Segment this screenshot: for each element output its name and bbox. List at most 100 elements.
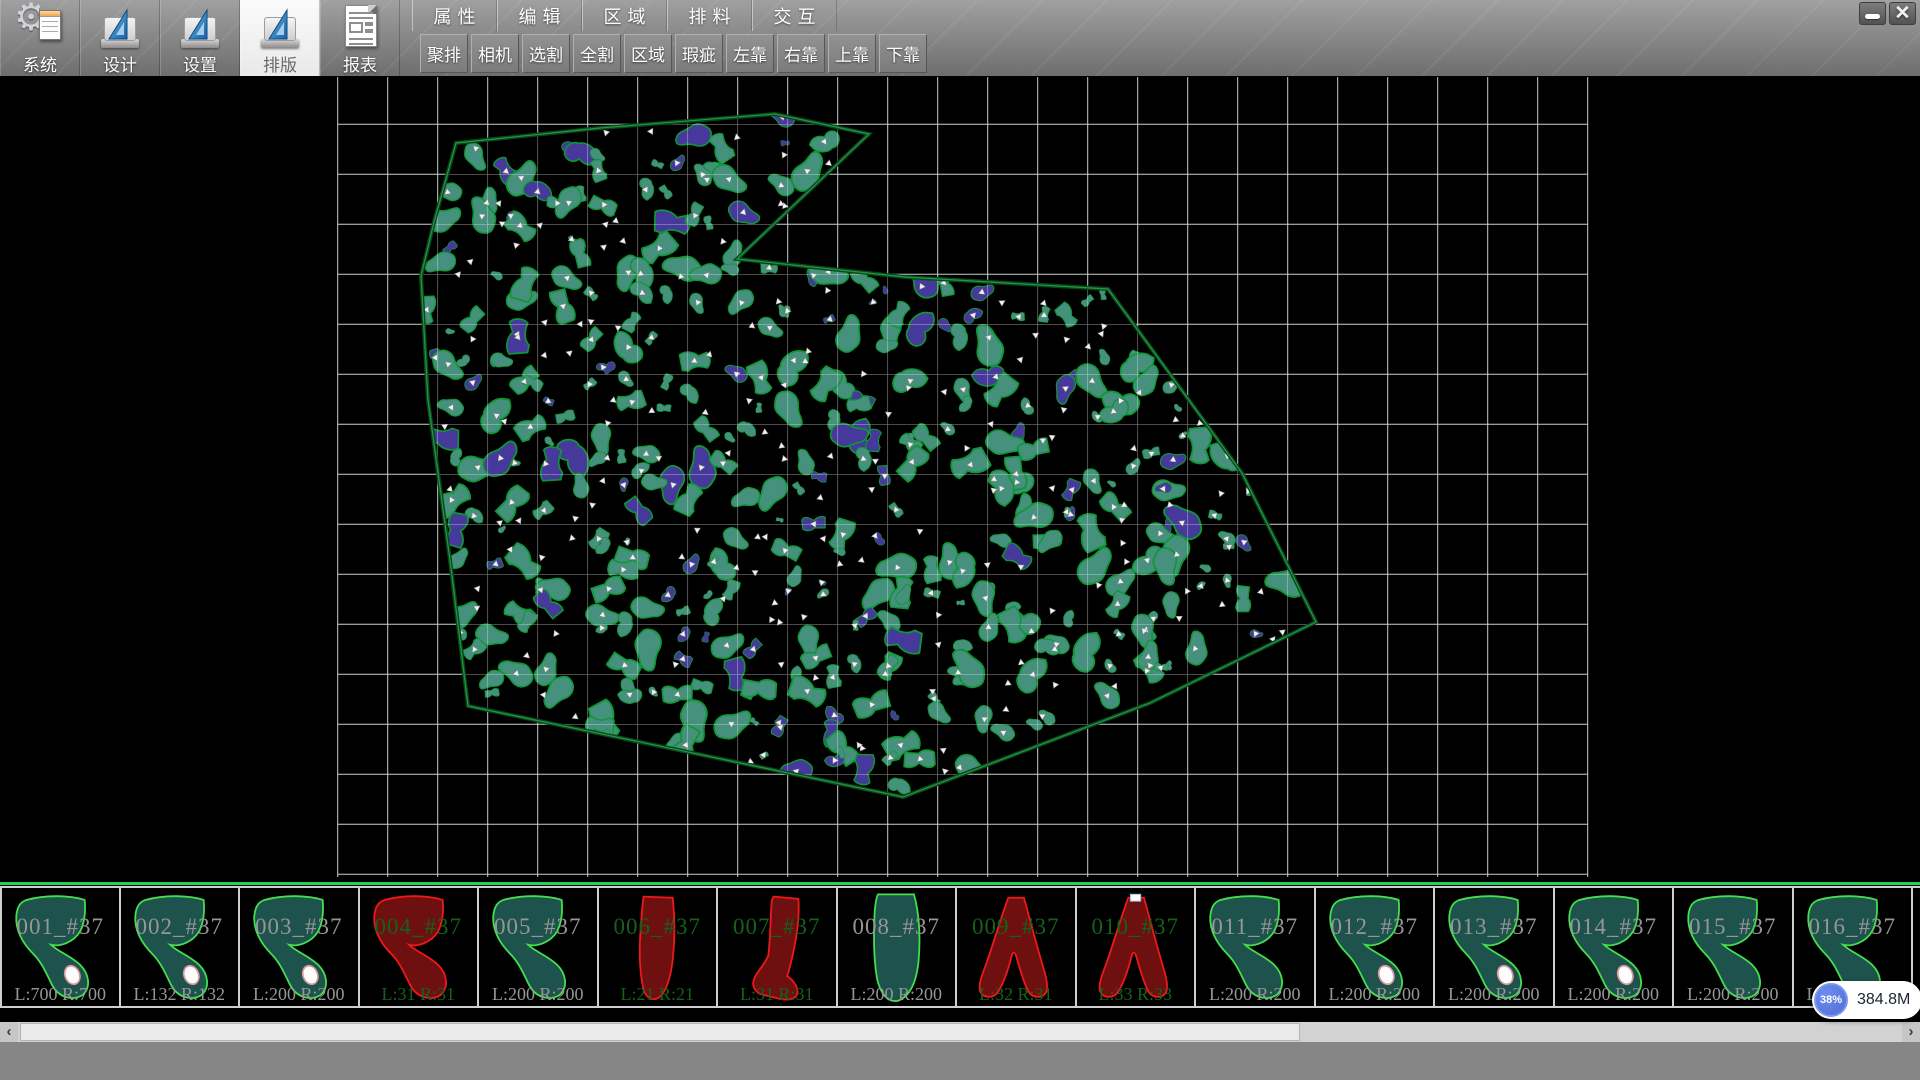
- scroll-left-arrow[interactable]: ‹: [0, 1022, 18, 1042]
- part-cell-012_#37[interactable]: 012_#37 L:200 R:200: [1315, 886, 1435, 1008]
- app-button-label: 排版: [263, 51, 297, 76]
- app-button-0[interactable]: ⚙系统: [0, 0, 80, 76]
- close-icon: ✕: [1895, 4, 1911, 23]
- memory-usage: 384.8M: [1848, 991, 1920, 1009]
- scroll-right-arrow[interactable]: ›: [1902, 1022, 1920, 1042]
- mini-sheet: [39, 10, 61, 40]
- part-cell-009_#37[interactable]: 009_#37L:32 R:31: [956, 886, 1076, 1008]
- app-button-3[interactable]: 排版: [240, 0, 320, 76]
- part-name: 015_#37: [1674, 914, 1792, 940]
- report-page: [345, 5, 377, 47]
- tool-button-4[interactable]: 区域: [624, 34, 672, 73]
- window-controls: ✕: [1859, 2, 1916, 25]
- set-square-icon: [187, 8, 213, 42]
- design-board-icon: [96, 3, 144, 50]
- scrollbar-thumb[interactable]: [20, 1023, 1300, 1041]
- menu-tab-4[interactable]: 交互: [752, 0, 837, 31]
- part-quantity: L:200 R:200: [1435, 984, 1553, 1005]
- page-line: [349, 43, 373, 45]
- tool-button-8[interactable]: 上靠: [828, 34, 876, 73]
- part-cell-001_#37[interactable]: 001_#37L:700 R:700: [0, 886, 120, 1008]
- minimize-icon: [1865, 14, 1880, 19]
- part-quantity: L:200 R:200: [1196, 984, 1314, 1005]
- layout-box: [349, 22, 363, 33]
- menu-tab-row: 属性编辑区域排料交互: [412, 0, 837, 31]
- part-name: 007_#37: [718, 914, 836, 940]
- status-bar: [0, 1042, 1920, 1080]
- part-cell-002_#37[interactable]: 002_#37 L:132 R:132: [120, 886, 240, 1008]
- tool-button-5[interactable]: 瑕疵: [675, 34, 723, 73]
- part-quantity: L:200 R:200: [240, 984, 358, 1005]
- part-cell-011_#37[interactable]: 011_#37 L:200 R:200: [1195, 886, 1315, 1008]
- tool-button-3[interactable]: 全割: [573, 34, 621, 73]
- design-board-icon: [176, 3, 224, 50]
- part-cell-013_#37[interactable]: 013_#37 L:200 R:200: [1434, 886, 1554, 1008]
- part-name: 003_#37: [240, 914, 358, 940]
- app-button-label: 报表: [343, 51, 377, 76]
- part-cell-008_#37[interactable]: 008_#37 L:200 R:200: [837, 886, 957, 1008]
- part-name: 008_#37: [838, 914, 956, 940]
- status-badge: 38% 384.8M: [1812, 981, 1920, 1019]
- part-cell-007_#37[interactable]: 007_#37L:31 R:31: [717, 886, 837, 1008]
- part-quantity: L:200 R:200: [1316, 984, 1434, 1005]
- sheet-line: [42, 31, 58, 32]
- part-cell-010_#37[interactable]: 010_#37L:33 R:33: [1076, 886, 1196, 1008]
- part-name: 011_#37: [1196, 914, 1314, 940]
- tool-button-1[interactable]: 相机: [471, 34, 519, 73]
- tool-button-row: 聚排相机选割全割区域瑕疵左靠右靠上靠下靠: [420, 34, 927, 73]
- progress-percent: 38%: [1820, 994, 1842, 1006]
- tool-button-0[interactable]: 聚排: [420, 34, 468, 73]
- part-name: 013_#37: [1435, 914, 1553, 940]
- tool-button-6[interactable]: 左靠: [726, 34, 774, 73]
- app-button-2[interactable]: 设置: [160, 0, 240, 76]
- horizontal-scrollbar: ‹ ›: [0, 1022, 1920, 1042]
- part-cell-014_#37[interactable]: 014_#37 L:200 R:200: [1554, 886, 1674, 1008]
- app-button-label: 设置: [183, 51, 217, 76]
- app-button-4[interactable]: 报表: [320, 0, 400, 76]
- tool-button-9[interactable]: 下靠: [879, 34, 927, 73]
- menu-tab-2[interactable]: 区域: [582, 0, 667, 31]
- part-name: 012_#37: [1316, 914, 1434, 940]
- tool-button-7[interactable]: 右靠: [777, 34, 825, 73]
- parts-tray: 001_#37L:700 R:700002_#37L:132 R:132003_…: [0, 886, 1920, 1008]
- part-cell-015_#37[interactable]: 015_#37L:200 R:200: [1673, 886, 1793, 1008]
- nesting-drawing: [0, 76, 1920, 882]
- menu-tab-3[interactable]: 排料: [667, 0, 752, 31]
- part-quantity: L:200 R:200: [1555, 984, 1673, 1005]
- part-name: 0: [1913, 914, 1920, 940]
- menu-tab-1[interactable]: 编辑: [497, 0, 582, 31]
- part-name: 001_#37: [2, 914, 119, 940]
- part-name: 014_#37: [1555, 914, 1673, 940]
- part-name: 002_#37: [121, 914, 239, 940]
- progress-circle: 38%: [1814, 983, 1848, 1017]
- nesting-canvas[interactable]: [0, 76, 1920, 882]
- app-button-label: 系统: [23, 51, 57, 76]
- part-quantity: L:200 R:200: [838, 984, 956, 1005]
- layout-box: [365, 22, 373, 26]
- part-cell-006_#37[interactable]: 006_#37L:21 R:21: [598, 886, 718, 1008]
- ribbon-header: ⚙系统设计设置排版报表 属性编辑区域排料交互 聚排相机选割全割区域瑕疵左靠右靠上…: [0, 0, 1920, 76]
- application-window: ⚙系统设计设置排版报表 属性编辑区域排料交互 聚排相机选割全割区域瑕疵左靠右靠上…: [0, 0, 1920, 1080]
- report-doc-icon: [336, 3, 384, 50]
- menu-tab-0[interactable]: 属性: [412, 0, 497, 31]
- layout-box: [365, 29, 373, 33]
- close-button[interactable]: ✕: [1889, 2, 1916, 25]
- minimize-button[interactable]: [1859, 2, 1886, 25]
- part-quantity: L:200 R:200: [479, 984, 597, 1005]
- app-mode-buttons: ⚙系统设计设置 排版 报表: [0, 0, 400, 76]
- sheet-line: [42, 26, 58, 27]
- design-board-icon: [256, 3, 304, 50]
- tool-button-2[interactable]: 选割: [522, 34, 570, 73]
- app-button-1[interactable]: 设计: [80, 0, 160, 76]
- sheet-header: [40, 11, 60, 17]
- part-cell-005_#37[interactable]: 005_#37L:200 R:200: [478, 886, 598, 1008]
- part-quantity: L:32 R:31: [957, 984, 1075, 1005]
- part-cell-003_#37[interactable]: 003_#37 L:200 R:200: [239, 886, 359, 1008]
- part-cell-004_#37[interactable]: 004_#37L:31 R:31: [359, 886, 479, 1008]
- page-line: [349, 12, 373, 14]
- set-square-icon: [267, 8, 293, 42]
- part-quantity: L:31 R:31: [360, 984, 478, 1005]
- part-quantity: L:132 R:132: [121, 984, 239, 1005]
- part-quantity: L:33 R:33: [1077, 984, 1195, 1005]
- set-square-icon: [107, 8, 133, 42]
